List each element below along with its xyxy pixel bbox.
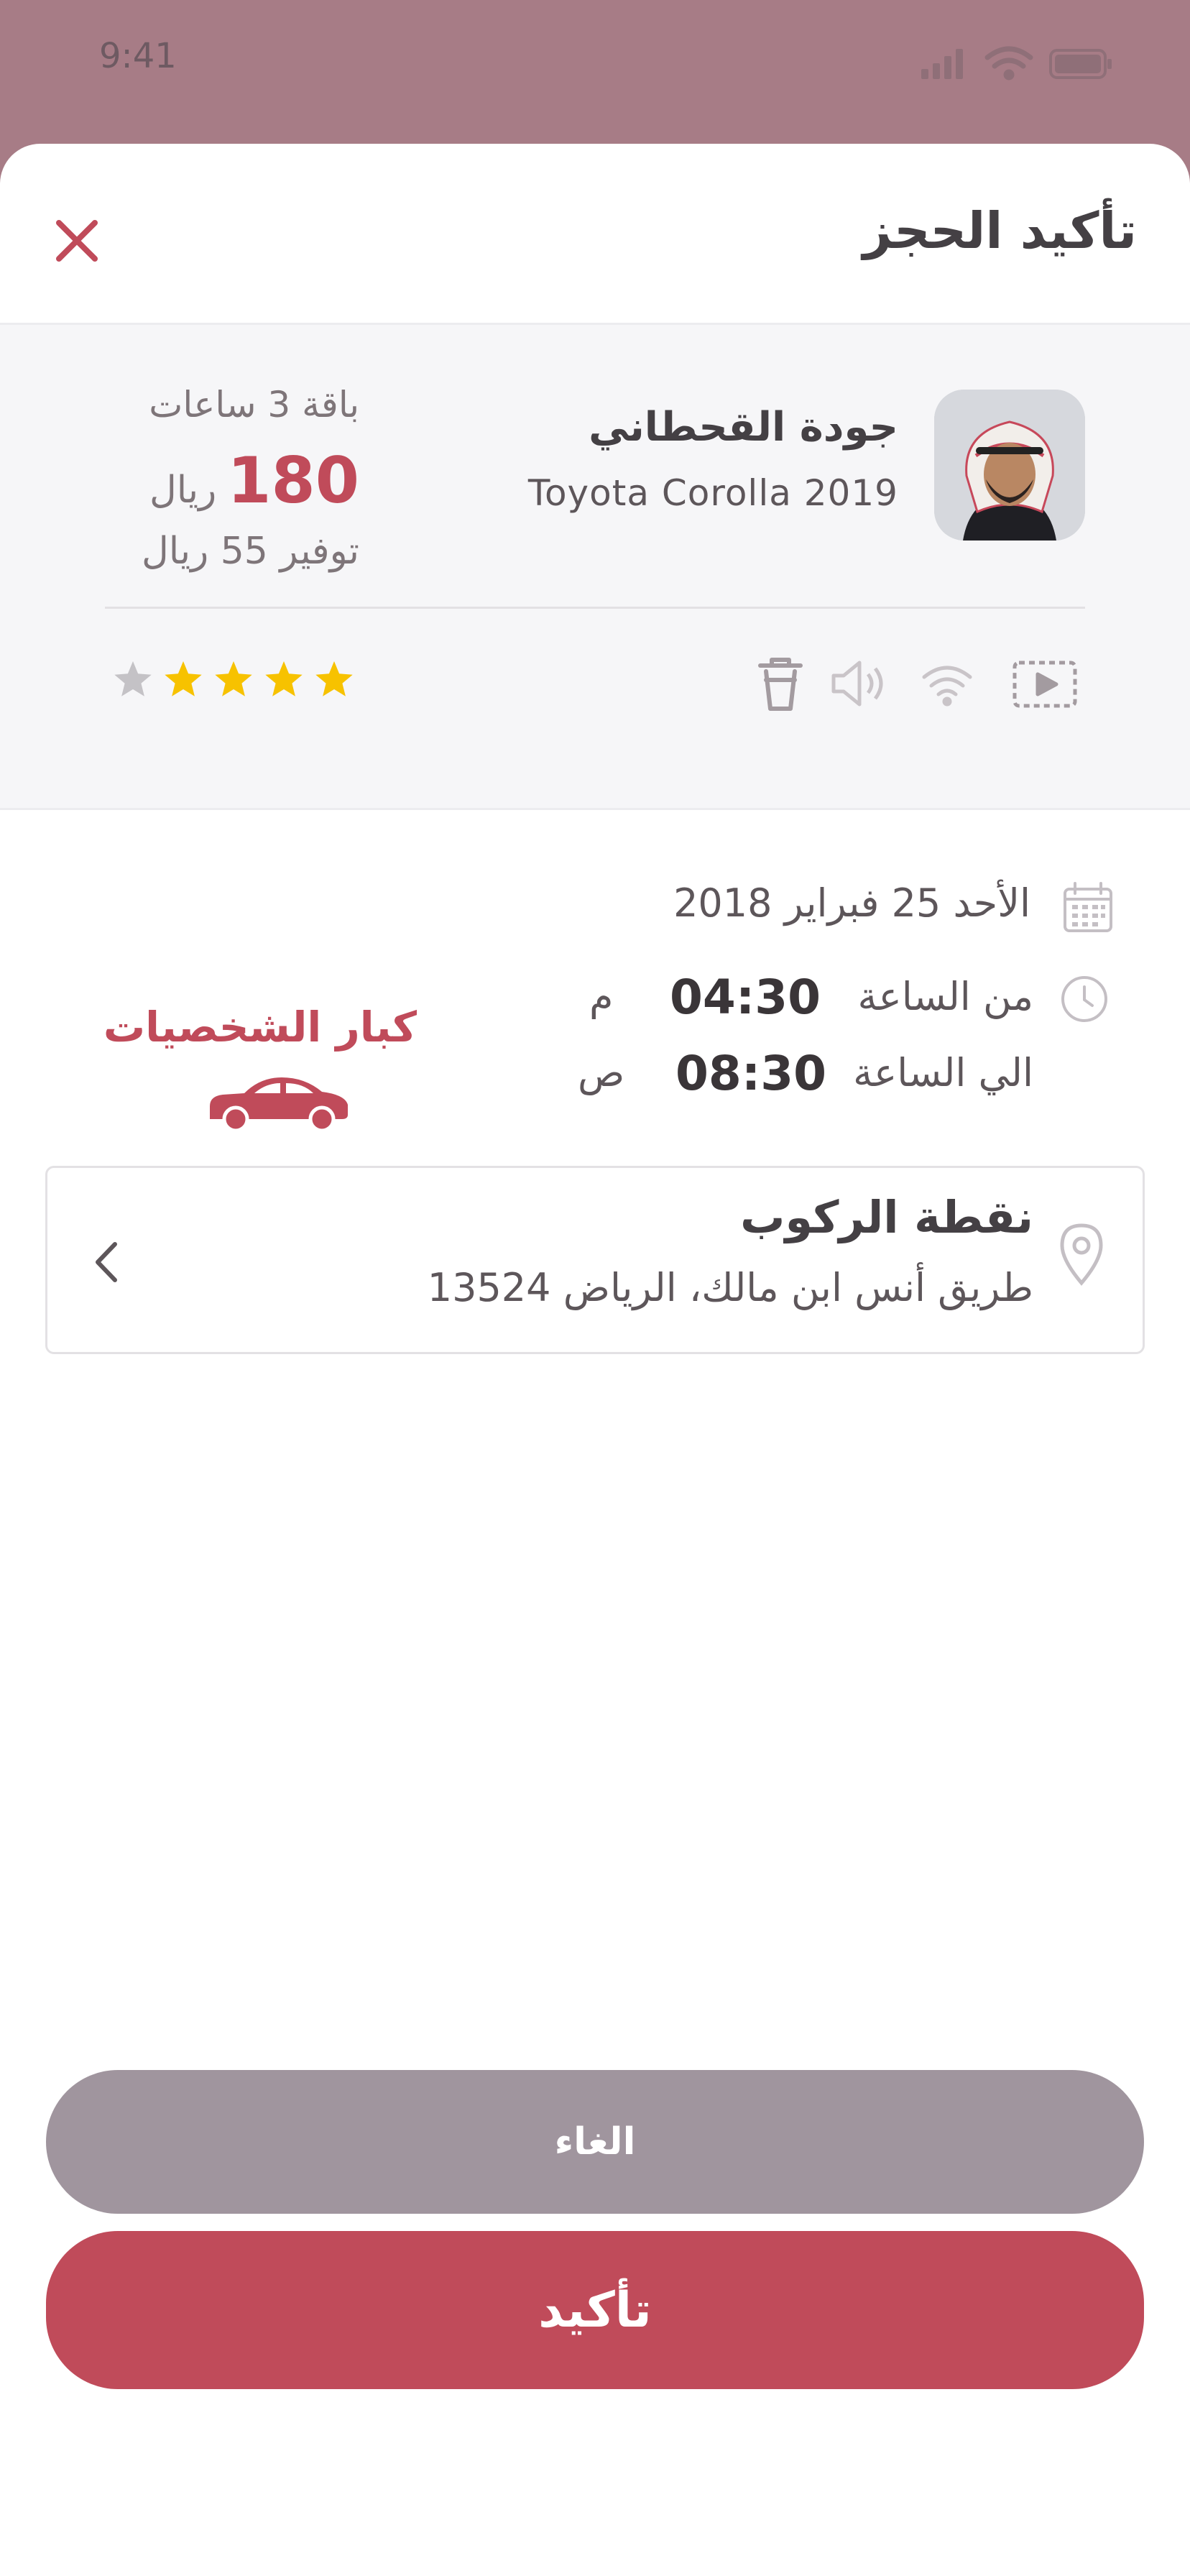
from-ampm: م	[589, 974, 614, 1019]
pickup-title: نقطة الركوب	[740, 1191, 1033, 1243]
confirm-button[interactable]: تأكيد	[46, 2231, 1144, 2389]
status-bar: 9:41	[0, 0, 1190, 144]
driver-card: جودة القحطاني Toyota Corolla 2019 باقة 3…	[0, 325, 1190, 810]
status-icons	[921, 46, 1112, 80]
to-ampm: ص	[578, 1050, 625, 1095]
battery-icon	[1049, 49, 1112, 79]
package-saving: توفير 55 ريال	[141, 530, 359, 573]
booking-details: الأحد 25 فبراير 2018 من الساعة 04:30 م ا…	[0, 810, 1190, 1708]
status-time: 9:41	[99, 36, 177, 76]
package-label: باقة 3 ساعات	[149, 384, 359, 426]
star-icon	[265, 661, 303, 696]
price-currency: ريال	[149, 469, 217, 512]
video-icon	[1013, 661, 1077, 708]
chevron-left-icon[interactable]	[91, 1238, 122, 1286]
trash-icon	[758, 658, 803, 711]
to-label: الي الساعة	[853, 1050, 1033, 1095]
location-pin-icon	[1060, 1223, 1103, 1286]
from-time: 04:30	[670, 970, 821, 1025]
package-price: 180 ريال	[129, 443, 359, 518]
close-icon[interactable]	[46, 210, 108, 272]
booking-date: الأحد 25 فبراير 2018	[673, 880, 1030, 926]
divider	[105, 607, 1085, 609]
wifi-status-icon	[984, 46, 1033, 80]
driver-name: جودة القحطاني	[589, 404, 898, 451]
star-icon	[114, 661, 152, 696]
to-time: 08:30	[675, 1046, 827, 1101]
price-value: 180	[227, 443, 359, 518]
pickup-address: طريق أنس ابن مالك، الرياض 13524	[427, 1265, 1033, 1310]
from-label: من الساعة	[857, 974, 1033, 1019]
amenities-row	[758, 658, 1077, 711]
car-category-icon	[210, 1077, 348, 1132]
signal-icon	[921, 49, 963, 79]
star-icon	[315, 661, 353, 696]
page-title: تأكيد الحجز	[862, 201, 1137, 260]
car-model: Toyota Corolla 2019	[527, 472, 898, 514]
driver-rating	[114, 661, 353, 696]
sheet-header: تأكيد الحجز	[0, 144, 1190, 325]
clock-icon	[1061, 976, 1107, 1022]
car-category-label: كبار الشخصيات	[103, 1003, 417, 1052]
star-icon	[165, 661, 202, 696]
speaker-icon	[831, 661, 883, 707]
cancel-button[interactable]: الغاء	[46, 2070, 1144, 2214]
calendar-icon	[1064, 882, 1112, 932]
driver-avatar	[934, 390, 1085, 540]
wifi-icon	[922, 666, 972, 707]
star-icon	[215, 661, 252, 696]
pickup-location-card[interactable]: نقطة الركوب طريق أنس ابن مالك، الرياض 13…	[45, 1166, 1145, 1354]
